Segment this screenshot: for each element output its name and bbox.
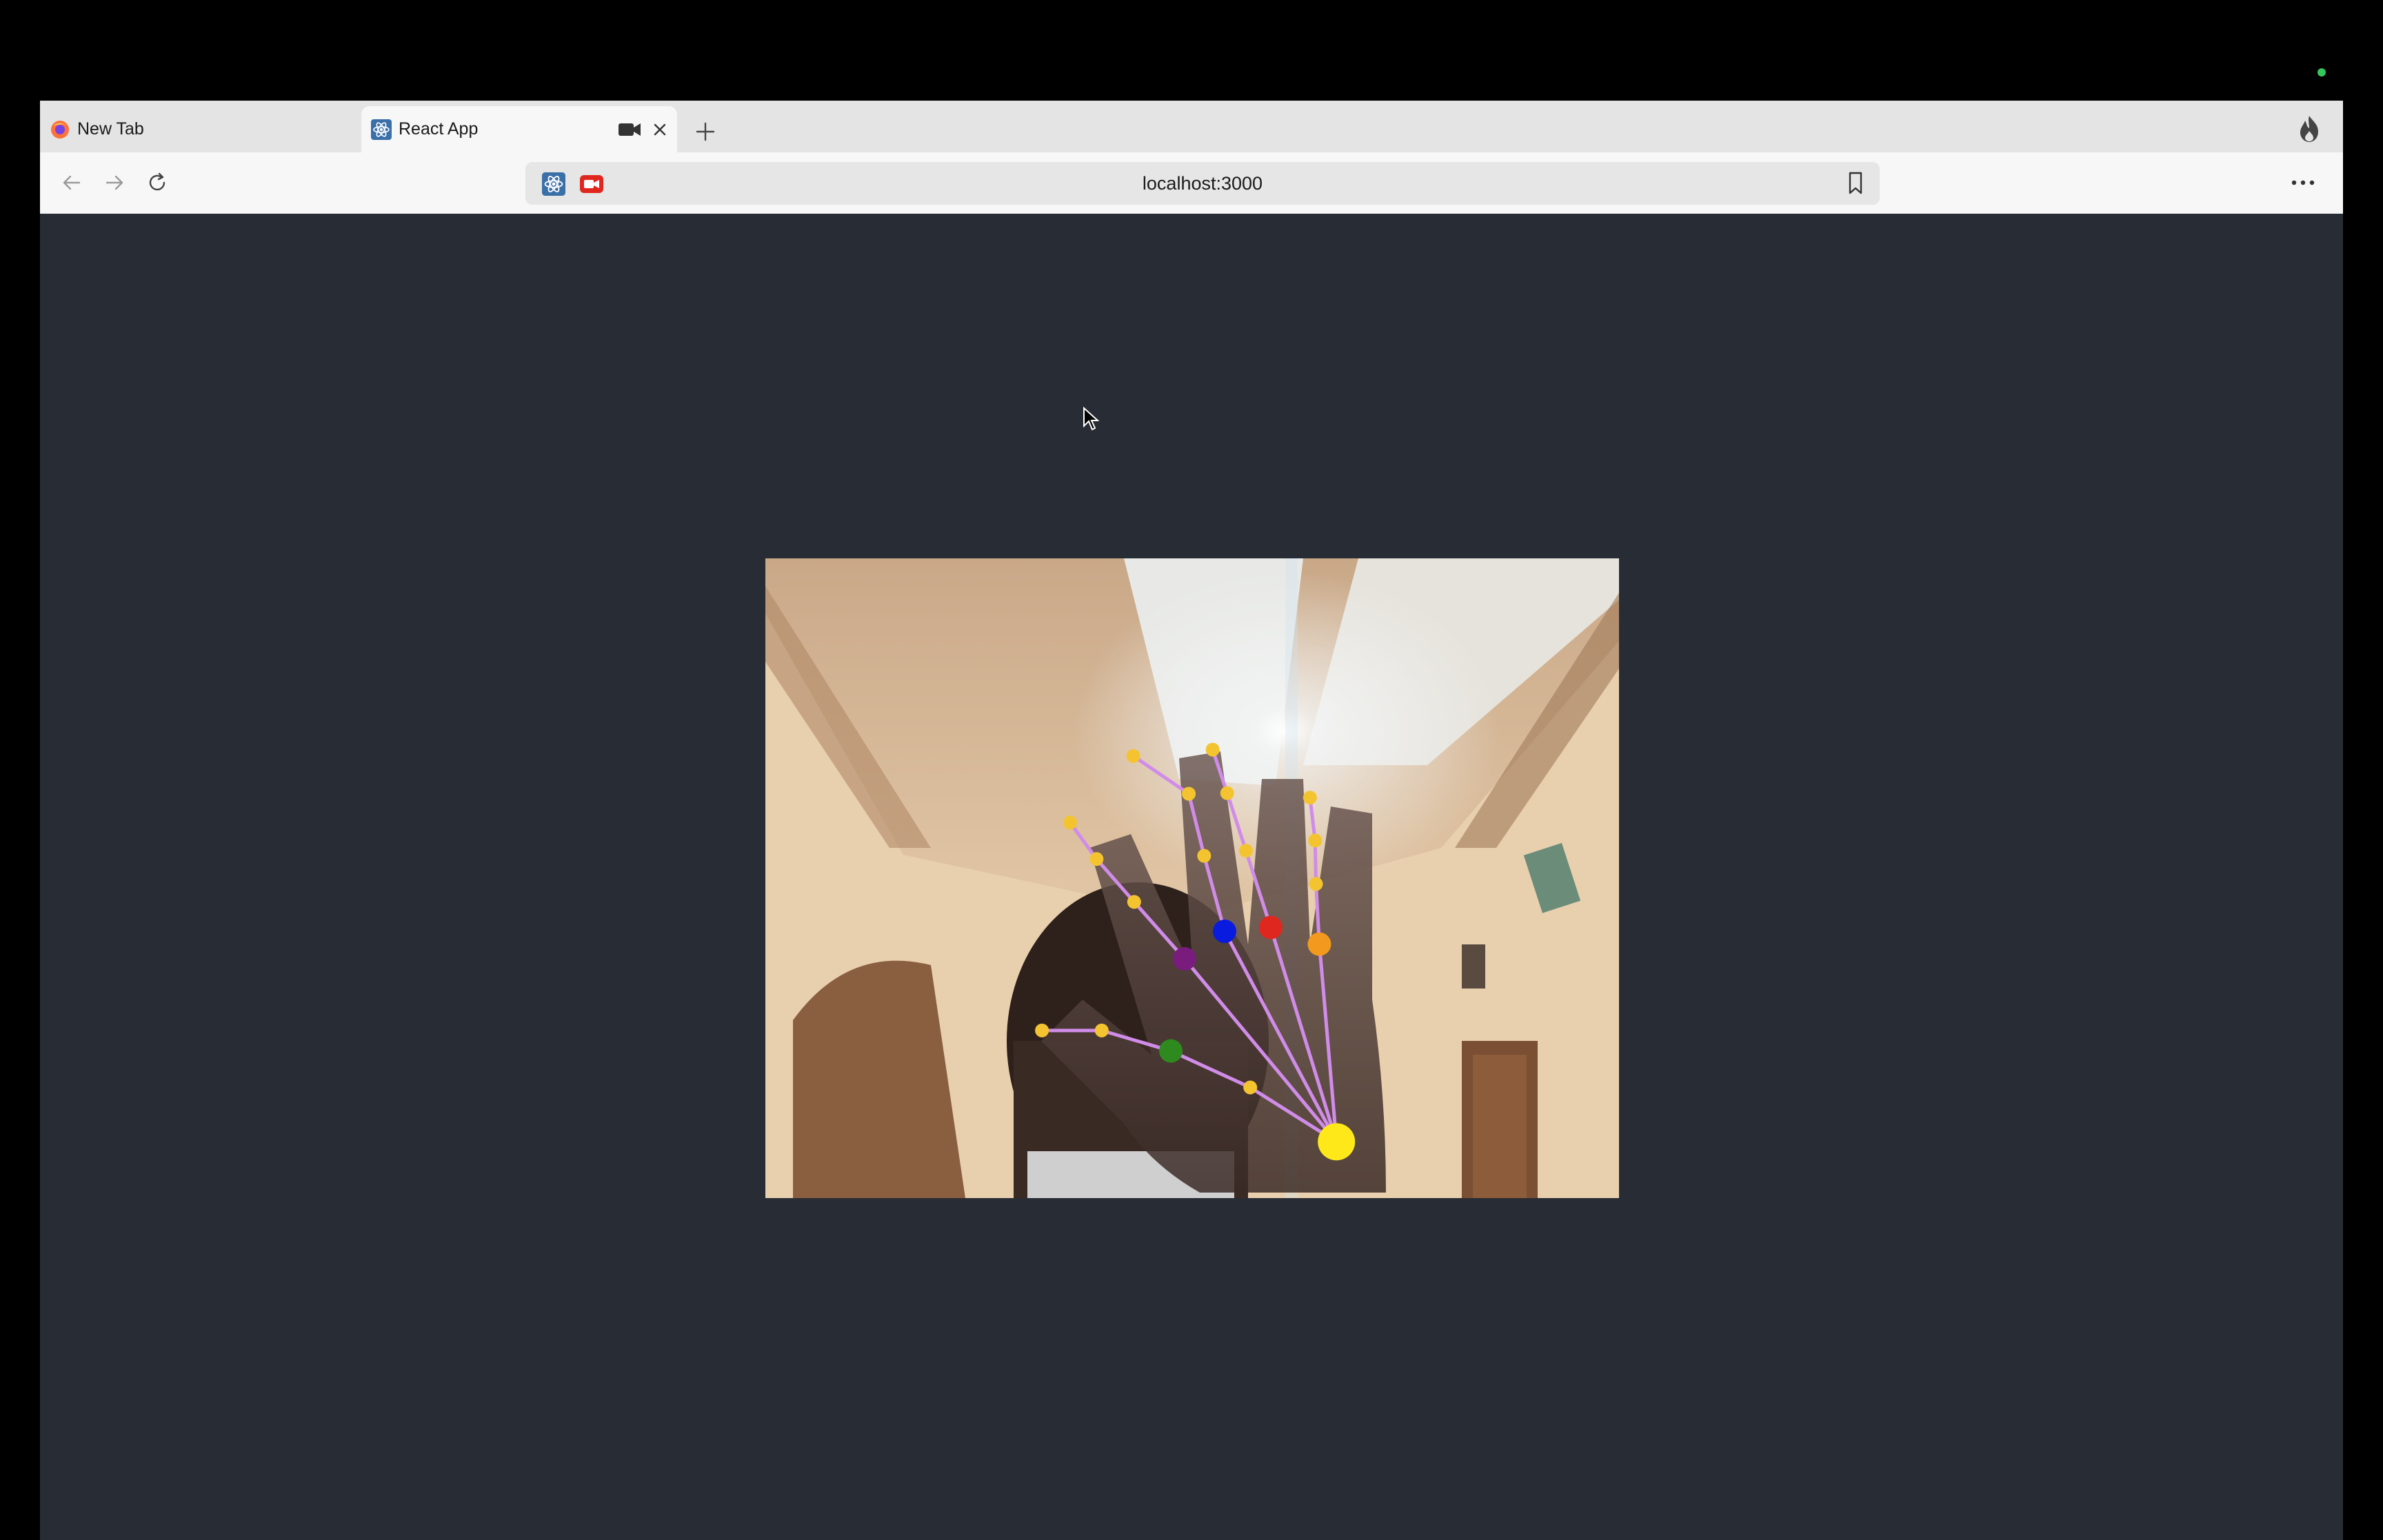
tab-bar: New Tab React App (40, 101, 2343, 152)
pinky-key-landmark (1307, 932, 1331, 956)
tab-label: React App (399, 119, 479, 139)
tab-react-app[interactable]: React App (361, 106, 677, 152)
address-bar[interactable]: localhost:3000 (525, 162, 1880, 205)
url-text: localhost:3000 (1142, 173, 1263, 194)
index-landmark (1127, 895, 1141, 909)
reload-icon (149, 172, 165, 191)
reload-button[interactable] (142, 168, 172, 198)
react-logo-icon (371, 119, 392, 140)
thumb-landmark (1094, 1023, 1109, 1037)
tab-label: New Tab (77, 119, 144, 139)
bookmark-icon[interactable] (1847, 171, 1864, 196)
tab-new-tab[interactable]: New Tab (50, 106, 360, 152)
ring-landmark (1238, 844, 1253, 858)
flame-icon[interactable] (2296, 114, 2322, 143)
browser-window: New Tab React App localhost:3000 (40, 101, 2343, 1540)
camera-icon (619, 123, 641, 136)
ring-landmark (1220, 786, 1234, 800)
wrist-landmark (1318, 1123, 1356, 1161)
close-icon[interactable] (652, 122, 667, 137)
thumb-key-landmark (1159, 1039, 1183, 1063)
index-landmark (1063, 815, 1077, 830)
index-key-landmark (1172, 946, 1196, 971)
firefox-logo-icon (51, 120, 69, 139)
arrow-left-icon (63, 175, 81, 190)
wall-frame (1462, 944, 1485, 989)
page-content (40, 214, 2343, 1540)
pinky-landmark (1303, 791, 1317, 805)
webcam-canvas (765, 558, 1619, 1198)
index-landmark (1089, 852, 1104, 867)
screen: New Tab React App localhost:3000 (0, 0, 2383, 1540)
ring-landmark (1205, 742, 1220, 757)
thumb-landmark (1243, 1080, 1258, 1095)
new-tab-button[interactable] (688, 114, 723, 149)
pinky-landmark (1309, 877, 1323, 891)
ring-key-landmark (1258, 915, 1283, 940)
mouse-cursor-icon (1083, 407, 1099, 431)
more-horizontal-icon (2291, 180, 2315, 185)
middle-key-landmark (1213, 920, 1237, 944)
middle-landmark (1182, 787, 1196, 801)
pinky-landmark (1308, 833, 1323, 848)
back-button[interactable] (57, 168, 87, 198)
navigation-toolbar: localhost:3000 (40, 152, 2343, 214)
webcam-video (765, 558, 1619, 1198)
plus-icon (696, 122, 715, 141)
thumb-landmark (1035, 1023, 1049, 1037)
middle-landmark (1126, 749, 1140, 763)
door-panel (1473, 1055, 1527, 1198)
status-indicator (2317, 68, 2326, 77)
menu-button[interactable] (2288, 169, 2318, 196)
middle-landmark (1197, 849, 1211, 863)
forward-button[interactable] (99, 168, 130, 198)
arrow-right-icon (105, 175, 123, 190)
